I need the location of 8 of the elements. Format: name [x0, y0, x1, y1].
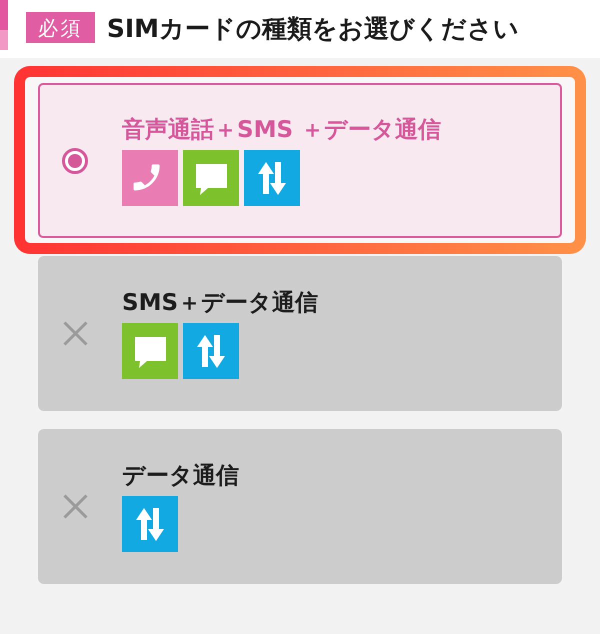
accent-bar — [0, 0, 8, 50]
option-label: SMS＋データ通信 — [122, 289, 318, 318]
option-label: 音声通話＋SMS ＋データ通信 — [122, 116, 442, 145]
option-label: データ通信 — [122, 462, 239, 491]
section-title: SIMカードの種類をお選びください — [106, 13, 519, 45]
required-badge: 必須 — [26, 12, 95, 43]
option-card[interactable]: 音声通話＋SMS ＋データ通信 — [38, 83, 562, 238]
radio-button[interactable] — [62, 148, 88, 174]
